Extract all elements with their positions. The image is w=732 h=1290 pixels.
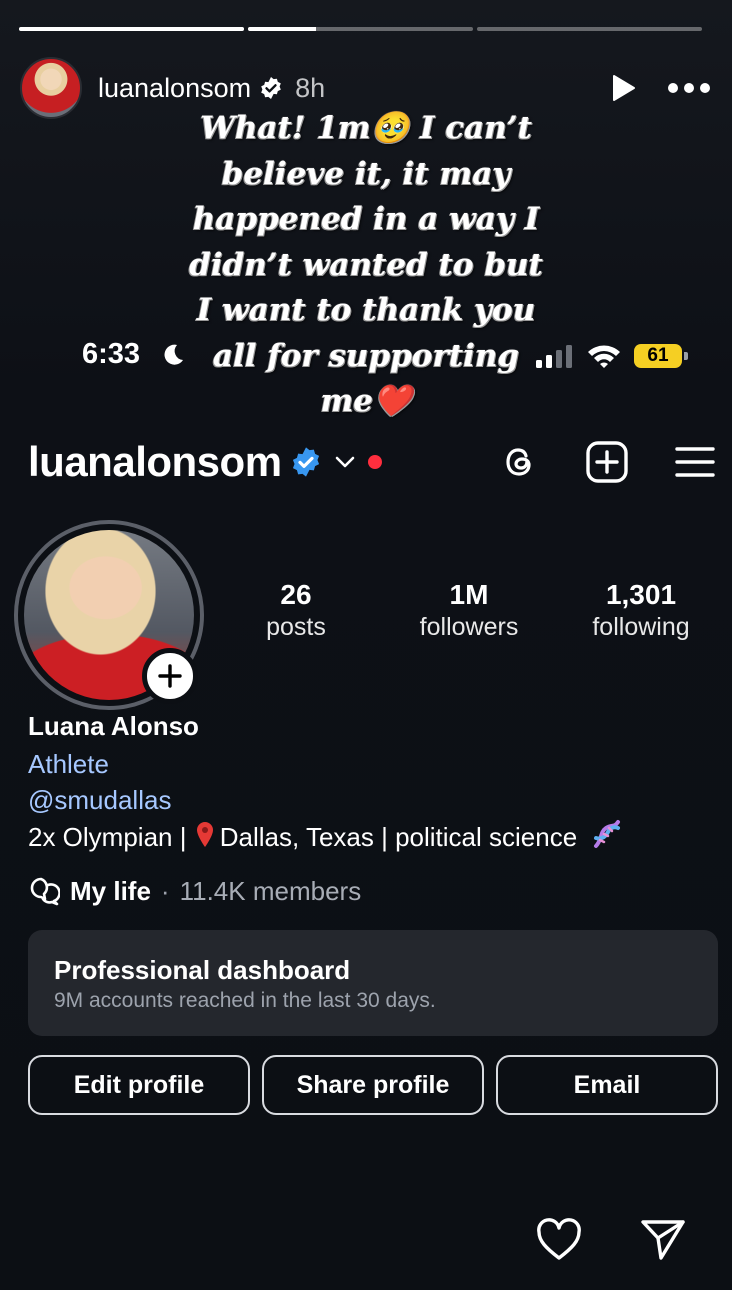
- threads-icon[interactable]: [498, 441, 540, 483]
- profile-header: luanalonsom: [28, 432, 716, 492]
- dashboard-title: Professional dashboard: [54, 955, 351, 985]
- channel-icon: [30, 877, 60, 906]
- stat-posts[interactable]: 26 posts: [250, 578, 342, 642]
- bio-location: Dallas, Texas | political science: [219, 822, 578, 852]
- channel-members: 11.4K members: [179, 875, 362, 906]
- profile-actions: Edit profile Share profile Email: [28, 1055, 718, 1115]
- verified-badge-icon: [292, 447, 319, 477]
- profile-description: 2x Olympian | Dallas, Texas | political …: [28, 818, 712, 855]
- story-caption: What! 1m🥹 I can’t believe it, it may hap…: [189, 110, 543, 419]
- story-username[interactable]: luanalonsom: [98, 73, 251, 104]
- notification-dot: [367, 455, 382, 469]
- add-story-button[interactable]: [142, 648, 198, 704]
- stat-label: posts: [266, 613, 326, 641]
- story-progress-segment: [477, 27, 702, 31]
- broadcast-channel[interactable]: My life · 11.4K members: [28, 872, 361, 910]
- edit-profile-button[interactable]: Edit profile: [28, 1055, 250, 1115]
- menu-icon[interactable]: [674, 441, 716, 483]
- stat-value: 26: [280, 579, 312, 610]
- heart-icon[interactable]: [536, 1218, 582, 1262]
- create-icon[interactable]: [586, 441, 628, 483]
- profile-bio: Luana Alonso Athlete @smudallas 2x Olymp…: [28, 708, 712, 855]
- dna-icon: [594, 820, 621, 848]
- story-controls: [608, 73, 712, 103]
- pin-icon: [196, 822, 213, 847]
- add-story-icon: [158, 664, 182, 688]
- profile-stats: 26 posts 1M followers 1,301 following: [210, 578, 722, 648]
- stat-value: 1M: [449, 579, 489, 610]
- story-progress-segment: [19, 27, 244, 31]
- profile-display-name: Luana Alonso: [28, 711, 199, 741]
- profile-mention-link[interactable]: @smudallas: [28, 782, 712, 818]
- share-profile-button[interactable]: Share profile: [262, 1055, 484, 1115]
- story-time: 8h: [295, 72, 326, 103]
- stat-following[interactable]: 1,301 following: [576, 578, 706, 642]
- story-progress-segment: [248, 27, 473, 31]
- verified-badge-icon: [261, 77, 281, 99]
- profile-category: Athlete: [28, 749, 109, 779]
- email-button[interactable]: Email: [496, 1055, 718, 1115]
- more-icon[interactable]: [668, 82, 712, 94]
- send-icon[interactable]: [640, 1218, 686, 1262]
- stat-label: followers: [419, 613, 519, 641]
- story-progress: [19, 27, 702, 31]
- professional-dashboard[interactable]: Professional dashboard 9M accounts reach…: [28, 930, 718, 1036]
- channel-name: My life: [70, 875, 151, 906]
- profile-username[interactable]: luanalonsom: [28, 438, 282, 486]
- progress-fill: [19, 27, 244, 31]
- stat-label: following: [592, 613, 690, 641]
- stat-followers[interactable]: 1M followers: [406, 578, 532, 642]
- stat-value: 1,301: [605, 579, 677, 610]
- bio-prefix: 2x Olympian |: [28, 822, 187, 852]
- dashboard-subtitle: 9M accounts reached in the last 30 days.: [54, 989, 436, 1012]
- channel-separator: ·: [160, 875, 170, 906]
- play-icon[interactable]: [608, 73, 638, 103]
- profile-header-actions: [498, 441, 716, 483]
- progress-fill: [248, 27, 316, 31]
- chevron-down-icon[interactable]: [334, 451, 356, 473]
- story-footer: [536, 1218, 686, 1262]
